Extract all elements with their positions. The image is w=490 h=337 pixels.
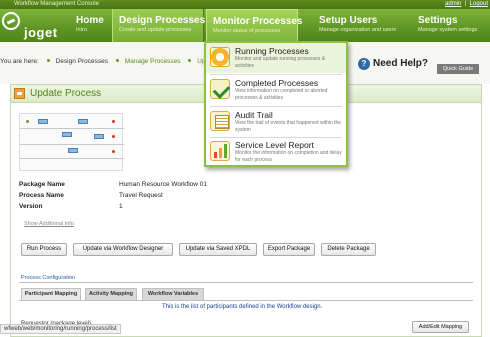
menu-item-desc: Monitor the information on completion an… <box>235 150 342 163</box>
nav-setup-sub: Manage organization and users <box>319 27 397 33</box>
start-node-icon <box>26 120 29 123</box>
tab-workflow-variables[interactable]: Workflow Variables <box>142 288 204 300</box>
main-header: joget Home Intro Design Processes Create… <box>0 9 490 42</box>
tab-strip <box>19 300 473 301</box>
need-help[interactable]: ? Need Help? <box>358 58 428 70</box>
running-icon <box>210 47 230 67</box>
breadcrumb-separator-icon <box>46 59 50 62</box>
breadcrumb-prefix: You are here: <box>0 58 39 65</box>
process-icon <box>14 88 25 99</box>
completed-icon <box>210 79 230 99</box>
info-row: Process Name Travel Request <box>19 192 319 202</box>
menu-item-audit-trail[interactable]: Audit Trail View the trail of events tha… <box>206 107 346 137</box>
process-configuration-label: Process Configuration <box>21 275 76 281</box>
menu-item-title: Service Level Report <box>235 140 314 150</box>
menu-item-completed-processes[interactable]: Completed Processes View information on … <box>206 75 346 105</box>
breadcrumb-separator-icon <box>115 59 119 62</box>
end-node-icon <box>112 120 115 123</box>
nav-monitor-processes[interactable]: Monitor Processes Monitor status of proc… <box>206 9 303 42</box>
activity-node <box>62 132 72 137</box>
process-diagram-thumbnail[interactable] <box>19 113 124 171</box>
menu-item-desc: Monitor and update running processes & a… <box>235 56 326 69</box>
nav-design-processes[interactable]: Design Processes Create and update proce… <box>112 9 206 42</box>
menu-item-service-level-report[interactable]: Service Level Report Monitor the informa… <box>206 137 346 167</box>
divider <box>19 282 473 283</box>
nav-design-label: Design Processes <box>119 15 206 26</box>
info-value: Travel Request <box>119 192 163 199</box>
nav-home-label: Home <box>76 15 104 26</box>
run-process-button[interactable]: Run Process <box>21 243 67 256</box>
console-title: Workflow Management Console <box>14 1 99 7</box>
logo-text: joget <box>24 25 58 40</box>
quick-guide-button[interactable]: Quick Guide <box>437 64 479 74</box>
tab-participant-mapping[interactable]: Participant Mapping <box>21 288 81 300</box>
tab-activity-mapping[interactable]: Activity Mapping <box>85 288 137 300</box>
participants-message: This is the list of participants defined… <box>162 304 323 310</box>
nav-monitor-label: Monitor Processes <box>213 16 303 27</box>
nav-settings[interactable]: Settings Manage system settings <box>412 9 483 42</box>
logo-mark-icon <box>2 12 20 30</box>
nav-setup-users[interactable]: Setup Users Manage organization and user… <box>313 9 402 42</box>
need-help-label: Need Help? <box>373 58 429 69</box>
swimlane-divider <box>20 144 124 145</box>
activity-node <box>38 119 48 124</box>
info-key: Process Name <box>19 192 64 199</box>
nav-design-sub: Create and update processes <box>119 27 192 33</box>
menu-item-title: Completed Processes <box>235 78 319 88</box>
swimlane-divider <box>20 158 124 159</box>
info-row: Package Name Human Resource Workflow 01 <box>19 181 319 191</box>
add-edit-mapping-button[interactable]: Add/Edit Mapping <box>412 321 469 333</box>
breadcrumb: You are here: Design Processes Manage Pr… <box>0 58 219 65</box>
end-node-icon <box>112 150 115 153</box>
update-via-designer-button[interactable]: Update via Workflow Designer <box>73 243 173 256</box>
update-via-xpdl-button[interactable]: Update via Saved XPDL <box>179 243 257 256</box>
nav-settings-sub: Manage system settings <box>418 27 478 33</box>
info-value: 1 <box>119 203 123 210</box>
monitor-processes-menu: Running Processes Monitor and update run… <box>204 41 348 167</box>
browser-status-bar: wfweb/web/monitoring/running/process/lis… <box>0 324 121 334</box>
swimlane-divider <box>20 128 124 129</box>
nav-home-sub: Intro <box>76 27 88 33</box>
info-key: Package Name <box>19 181 65 188</box>
nav-monitor-sub: Monitor status of processes <box>213 28 281 34</box>
menu-item-title: Audit Trail <box>235 110 273 120</box>
top-bar: Workflow Management Console admin | Logo… <box>0 0 490 9</box>
info-row: Version 1 <box>19 203 319 213</box>
user-links: admin | Logout <box>445 1 488 7</box>
joget-logo[interactable]: joget <box>2 12 68 40</box>
activity-node <box>68 148 78 153</box>
logout-link[interactable]: Logout <box>470 1 488 7</box>
breadcrumb-manage[interactable]: Manage Processes <box>125 58 181 65</box>
nav-setup-label: Setup Users <box>319 15 378 26</box>
show-additional-info-link[interactable]: Show Additional Info <box>24 221 74 227</box>
breadcrumb-separator-icon <box>188 59 192 62</box>
delete-package-button[interactable]: Delete Package <box>321 243 376 256</box>
menu-item-desc: View information on completed or aborted… <box>235 88 328 101</box>
activity-node <box>94 134 104 139</box>
help-icon: ? <box>358 58 370 70</box>
menu-item-desc: View the trail of events that happened w… <box>235 120 342 133</box>
info-key: Version <box>19 203 43 210</box>
breadcrumb-design[interactable]: Design Processes <box>56 58 108 65</box>
export-package-button[interactable]: Export Package <box>263 243 315 256</box>
nav-home[interactable]: Home Intro <box>70 9 110 42</box>
end-node-icon <box>112 135 115 138</box>
info-value: Human Resource Workflow 01 <box>119 181 208 188</box>
menu-item-title: Running Processes <box>235 46 309 56</box>
menu-item-running-processes[interactable]: Running Processes Monitor and update run… <box>206 43 346 73</box>
nav-settings-label: Settings <box>418 15 458 26</box>
admin-link[interactable]: admin <box>445 1 461 7</box>
audit-icon <box>210 111 230 131</box>
page-title: Update Process <box>30 88 102 99</box>
report-icon <box>210 141 230 161</box>
activity-node <box>78 119 88 124</box>
